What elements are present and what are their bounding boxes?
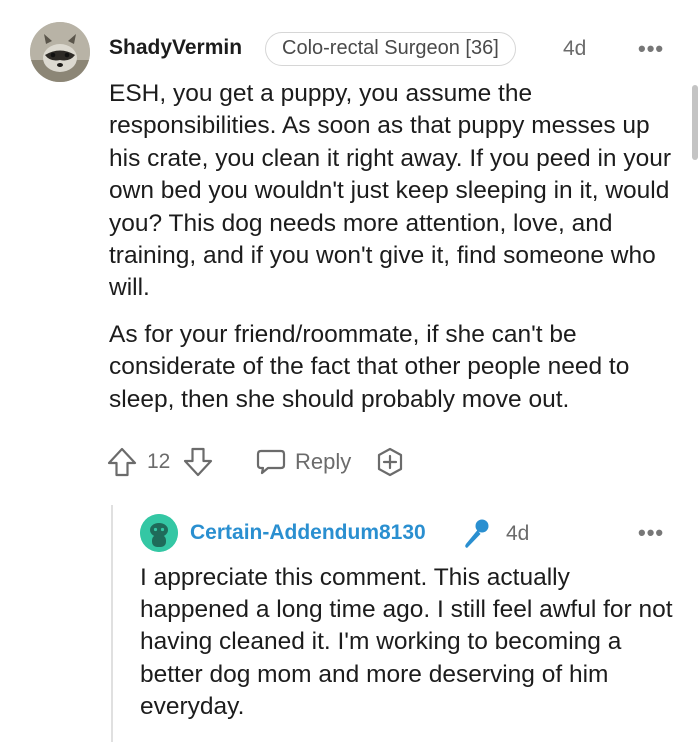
upvote-button[interactable] — [105, 440, 139, 484]
reply-text: I appreciate this comment. This actually… — [140, 564, 673, 720]
reply-timestamp: 4d — [506, 522, 530, 545]
scrollbar[interactable] — [692, 85, 698, 160]
reply-button[interactable]: Reply — [255, 440, 351, 484]
comment-timestamp: 4d — [563, 37, 587, 60]
award-button[interactable] — [373, 440, 407, 484]
thread-line[interactable] — [111, 505, 113, 742]
more-options-icon[interactable]: ••• — [638, 38, 664, 60]
award-plus-icon — [377, 447, 403, 477]
speech-bubble-icon — [256, 449, 286, 475]
comment-actions: 12 Reply — [105, 440, 425, 484]
reply-label: Reply — [295, 449, 352, 474]
reply-more-options-icon[interactable]: ••• — [638, 522, 664, 544]
comment-username[interactable]: ShadyVermin — [109, 36, 242, 60]
raccoon-avatar[interactable] — [30, 22, 90, 82]
downvote-button[interactable] — [181, 440, 215, 484]
comment-paragraph: ESH, you get a puppy, you assume the res… — [109, 80, 671, 302]
vote-count-wrap: 12 — [147, 440, 170, 484]
downvote-arrow-icon — [183, 447, 213, 477]
comment-paragraph: As for your friend/roommate, if she can'… — [109, 320, 630, 413]
comment-body: ESH, you get a puppy, you assume the res… — [109, 78, 679, 430]
user-flair: Colo-rectal Surgeon [36] — [265, 32, 516, 66]
vote-count: 12 — [147, 450, 171, 473]
microphone-icon — [458, 516, 494, 557]
snoo-avatar[interactable] — [140, 514, 178, 552]
reply-body: I appreciate this comment. This actually… — [140, 562, 685, 723]
reply-username[interactable]: Certain-Addendum8130 — [190, 521, 426, 545]
upvote-arrow-icon — [107, 447, 137, 477]
